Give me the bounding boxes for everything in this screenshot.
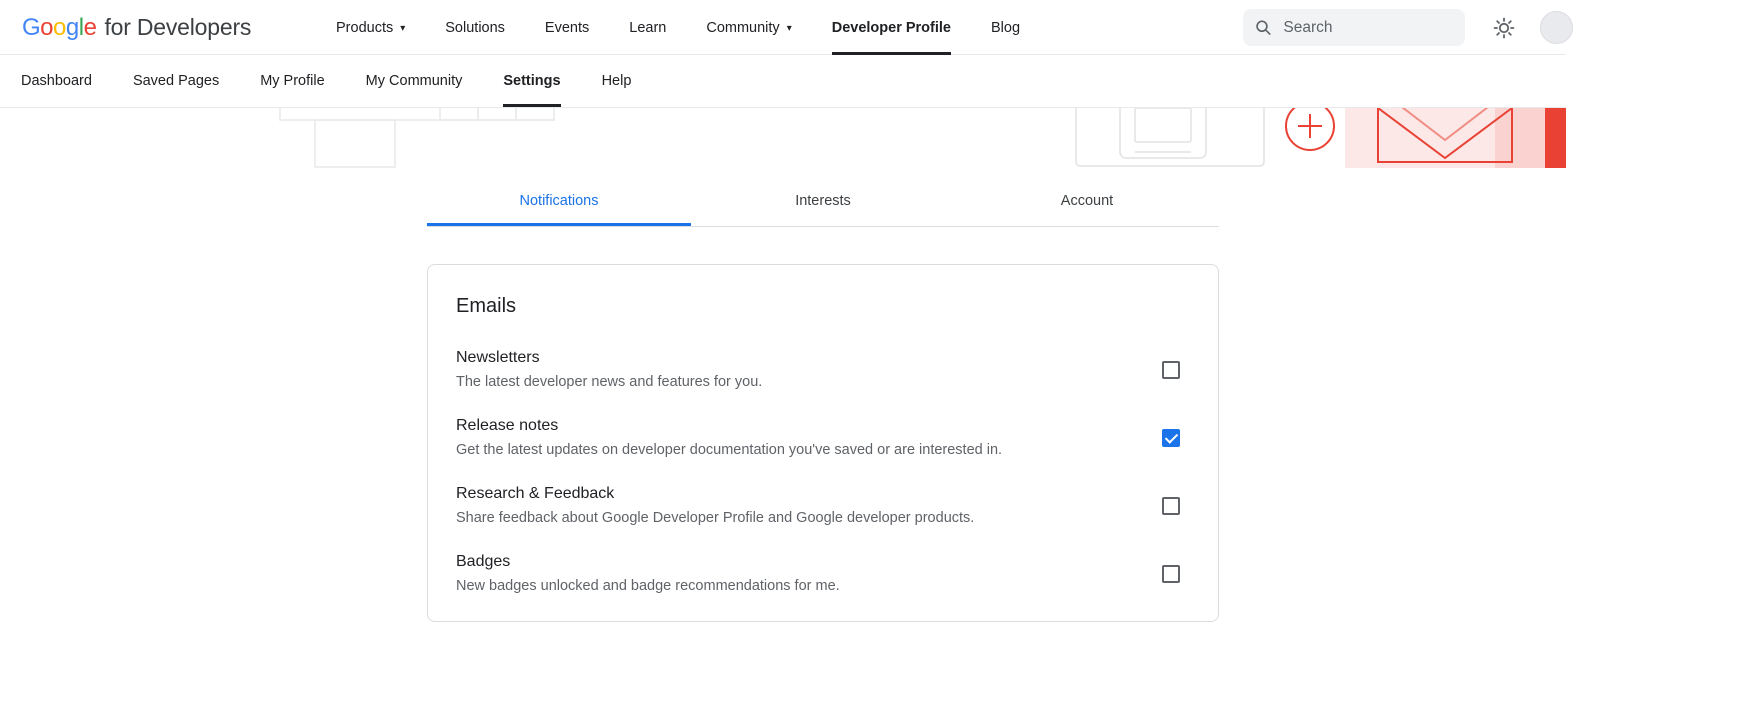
tab-interests[interactable]: Interests xyxy=(691,182,955,226)
nav-item-events[interactable]: Events xyxy=(545,0,589,55)
hero-banner xyxy=(0,108,1566,168)
subnav-item-settings[interactable]: Settings xyxy=(503,55,560,107)
search-box[interactable] xyxy=(1243,9,1465,46)
nav-item-developer-profile[interactable]: Developer Profile xyxy=(832,0,951,55)
tab-notifications[interactable]: Notifications xyxy=(427,182,691,226)
email-row-research-feedback: Research & Feedback Share feedback about… xyxy=(456,482,1190,529)
checkbox-newsletters[interactable] xyxy=(1162,361,1180,379)
user-avatar[interactable] xyxy=(1540,11,1573,44)
nav-item-blog[interactable]: Blog xyxy=(991,0,1020,55)
email-title: Newsletters xyxy=(456,346,762,370)
logo-suffix: for Developers xyxy=(104,14,251,41)
emails-card: Emails Newsletters The latest developer … xyxy=(427,264,1219,622)
subnav-item-dashboard[interactable]: Dashboard xyxy=(21,55,92,107)
google-logo: Google xyxy=(22,14,96,42)
top-header: Google for Developers Products ▾ Solutio… xyxy=(0,0,1566,55)
checkbox-badges[interactable] xyxy=(1162,565,1180,583)
page: Google for Developers Products ▾ Solutio… xyxy=(0,0,1752,721)
nav-item-community[interactable]: Community ▾ xyxy=(706,0,791,55)
nav-item-products[interactable]: Products ▾ xyxy=(336,0,405,55)
nav-item-solutions[interactable]: Solutions xyxy=(445,0,505,55)
settings-tabs: Notifications Interests Account xyxy=(427,182,1219,227)
email-row-newsletters: Newsletters The latest developer news an… xyxy=(456,346,1190,393)
profile-subnav: Dashboard Saved Pages My Profile My Comm… xyxy=(0,55,1566,108)
plus-circle-icon xyxy=(1284,108,1336,152)
chevron-down-icon: ▾ xyxy=(400,22,405,34)
nav-item-learn[interactable]: Learn xyxy=(629,0,666,55)
emails-card-title: Emails xyxy=(456,295,1190,318)
chevron-down-icon: ▾ xyxy=(787,22,792,34)
envelope-illustration xyxy=(1340,108,1566,168)
sun-icon xyxy=(1492,16,1516,40)
email-row-release-notes: Release notes Get the latest updates on … xyxy=(456,414,1190,461)
dark-mode-toggle[interactable] xyxy=(1492,16,1516,40)
email-description: The latest developer news and features f… xyxy=(456,371,762,393)
banner-decoration-left xyxy=(278,108,578,168)
tab-account[interactable]: Account xyxy=(955,182,1219,226)
subnav-item-help[interactable]: Help xyxy=(602,55,632,107)
email-title: Release notes xyxy=(456,414,1002,438)
checkbox-research-feedback[interactable] xyxy=(1162,497,1180,515)
email-row-badges: Badges New badges unlocked and badge rec… xyxy=(456,550,1190,597)
email-title: Research & Feedback xyxy=(456,482,974,506)
checkbox-release-notes[interactable] xyxy=(1162,429,1180,447)
banner-decoration-right xyxy=(1075,108,1275,168)
search-icon xyxy=(1255,18,1271,37)
subnav-item-saved-pages[interactable]: Saved Pages xyxy=(133,55,219,107)
subnav-item-my-profile[interactable]: My Profile xyxy=(260,55,324,107)
email-description: New badges unlocked and badge recommenda… xyxy=(456,575,840,597)
red-stripe xyxy=(1545,108,1566,168)
google-for-developers-logo[interactable]: Google for Developers xyxy=(22,0,251,55)
top-nav: Products ▾ Solutions Events Learn Commun… xyxy=(336,0,1020,55)
subnav-item-my-community[interactable]: My Community xyxy=(366,55,463,107)
search-input[interactable] xyxy=(1281,18,1453,38)
email-description: Share feedback about Google Developer Pr… xyxy=(456,507,974,529)
email-title: Badges xyxy=(456,550,840,574)
email-description: Get the latest updates on developer docu… xyxy=(456,439,1002,461)
